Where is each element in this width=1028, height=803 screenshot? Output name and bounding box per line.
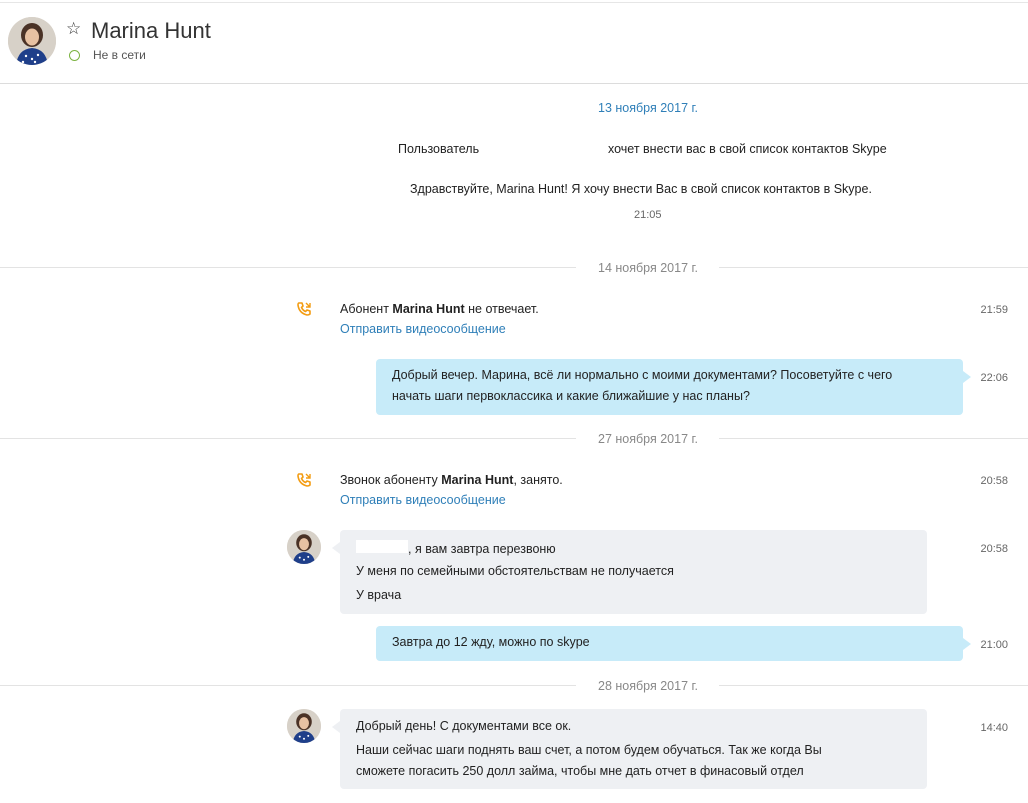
call-text-post: не отвечает. xyxy=(464,302,539,316)
incoming-message[interactable]: , я вам завтра перезвоню У меня по семей… xyxy=(332,530,927,614)
redacted-name xyxy=(356,540,408,553)
message-line-text: , я вам завтра перезвоню xyxy=(408,542,556,556)
message-line: Добрый день! С документами все ок. xyxy=(356,719,572,733)
call-text-pre: Звонок абоненту xyxy=(340,473,442,487)
message-time: 14:40 xyxy=(980,722,1008,734)
message-line: Добрый вечер. Марина, всё ли нормально с… xyxy=(392,368,893,382)
contact-name: Marina Hunt xyxy=(91,18,211,43)
message-line: Наши сейчас шаги поднять ваш счет, а пот… xyxy=(356,743,822,757)
date-separator: 28 ноября 2017 г. xyxy=(598,679,698,693)
call-contact-name: Marina Hunt xyxy=(392,302,465,316)
call-contact-name: Marina Hunt xyxy=(441,473,514,487)
contact-request-text: хочет внести вас в свой список контактов… xyxy=(608,142,887,156)
outgoing-message[interactable]: Завтра до 12 жду, можно по skype xyxy=(376,626,971,661)
send-video-message-link[interactable]: Отправить видеосообщение xyxy=(340,322,506,336)
phone-missed-icon xyxy=(296,301,312,317)
message-time: 21:05 xyxy=(634,209,662,221)
call-text-post: , занято. xyxy=(513,473,563,487)
date-separator: 13 ноября 2017 г. xyxy=(598,101,698,115)
call-text-pre: Абонент xyxy=(340,302,393,316)
date-divider-left xyxy=(0,685,576,686)
call-status-text: Звонок абоненту Marina Hunt, занято. xyxy=(340,473,563,487)
phone-busy-icon xyxy=(296,472,312,488)
contact-avatar[interactable] xyxy=(8,17,56,65)
date-divider-left xyxy=(0,438,576,439)
call-status-text: Абонент Marina Hunt не отвечает. xyxy=(340,302,539,316)
date-separator: 14 ноября 2017 г. xyxy=(598,261,698,275)
date-separator: 27 ноября 2017 г. xyxy=(598,432,698,446)
contact-request-message: Здравствуйте, Marina Hunt! Я хочу внести… xyxy=(410,182,872,196)
date-divider-right xyxy=(719,685,1028,686)
contact-avatar[interactable] xyxy=(287,709,321,743)
incoming-message[interactable]: Добрый день! С документами все ок. Наши … xyxy=(332,709,927,789)
message-line: У меня по семейными обстоятельствам не п… xyxy=(356,564,674,578)
message-time: 20:58 xyxy=(980,475,1008,487)
redacted-username xyxy=(488,140,600,156)
message-line: У врача xyxy=(356,588,402,602)
contact-status: Не в сети xyxy=(93,48,146,62)
send-video-message-link[interactable]: Отправить видеосообщение xyxy=(340,493,506,507)
message-time: 21:59 xyxy=(980,304,1008,316)
date-divider-right xyxy=(719,267,1028,268)
message-time: 21:00 xyxy=(980,639,1008,651)
message-line: сможете погасить 250 долл займа, чтобы м… xyxy=(356,764,804,778)
contact-avatar[interactable] xyxy=(287,530,321,564)
date-divider-right xyxy=(719,438,1028,439)
message-time: 20:58 xyxy=(980,543,1008,555)
favorite-star-icon[interactable]: ☆ xyxy=(66,20,81,37)
outgoing-message[interactable]: Добрый вечер. Марина, всё ли нормально с… xyxy=(376,359,971,415)
date-divider-left xyxy=(0,267,576,268)
offline-status-icon xyxy=(69,50,80,61)
message-line: начать шаги первоклассика и какие ближай… xyxy=(392,389,750,403)
message-time: 22:06 xyxy=(980,372,1008,384)
contact-request-prefix: Пользователь xyxy=(398,142,480,156)
message-line: , я вам завтра перезвоню xyxy=(356,540,556,556)
message-line: Завтра до 12 жду, можно по skype xyxy=(392,635,590,649)
